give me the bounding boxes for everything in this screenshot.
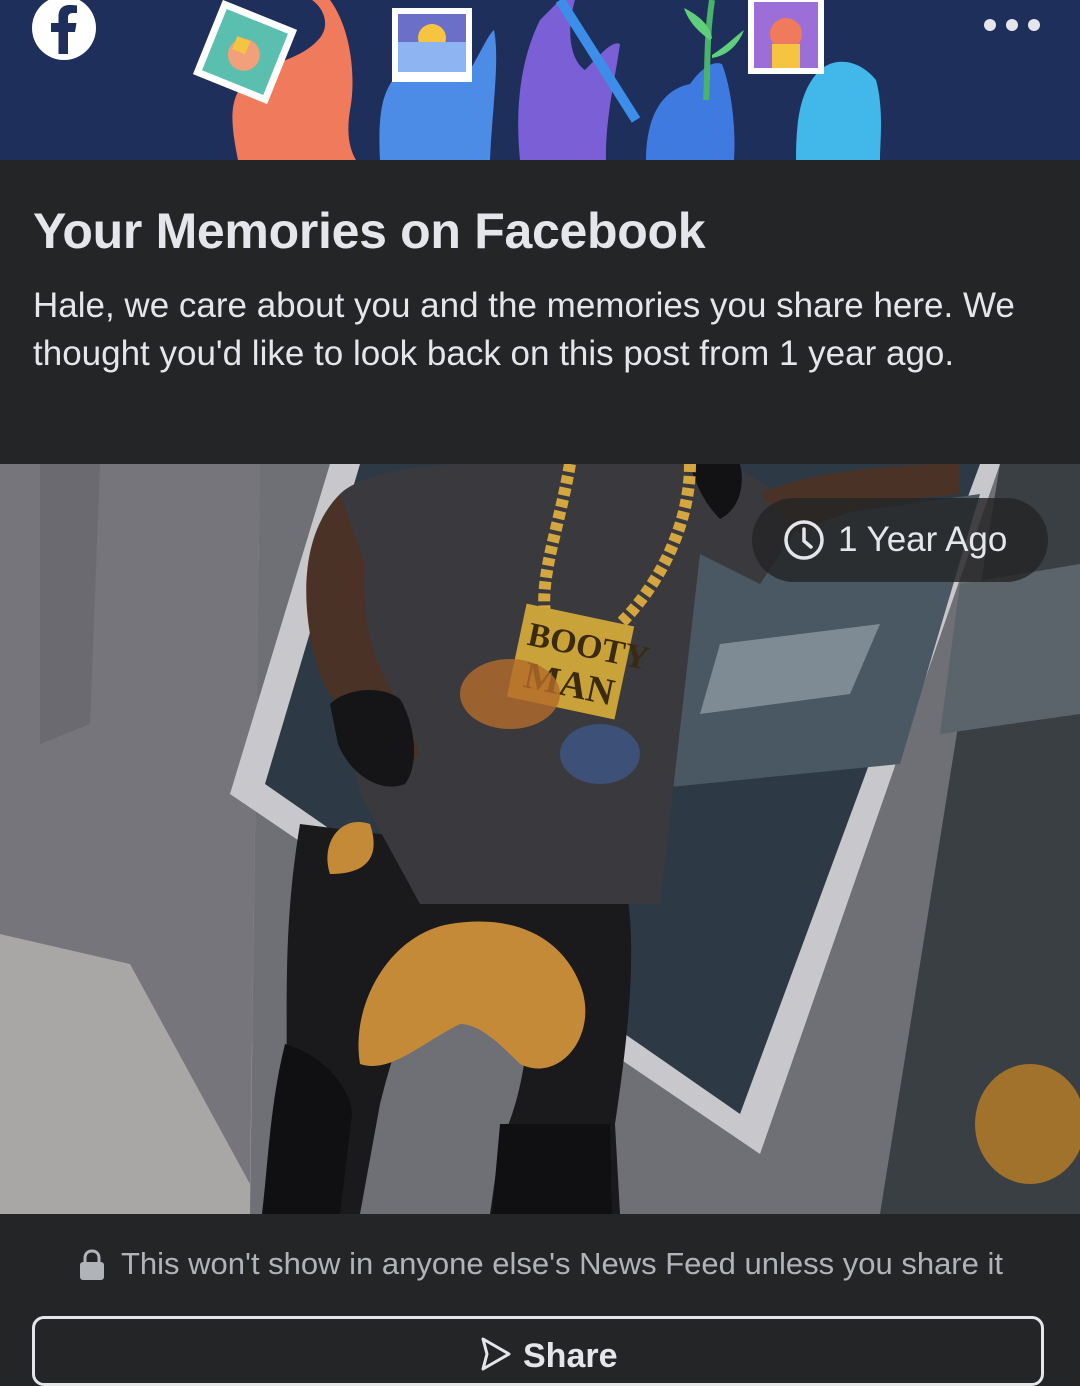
privacy-notice: This won't show in anyone else's News Fe… bbox=[0, 1214, 1080, 1314]
more-dots-icon bbox=[984, 19, 996, 31]
clock-icon bbox=[784, 520, 824, 560]
lock-icon bbox=[79, 1249, 104, 1280]
more-dots-icon bbox=[1028, 19, 1040, 31]
share-arrow-icon bbox=[481, 1337, 511, 1371]
memories-description: Hale, we care about you and the memories… bbox=[33, 286, 1015, 373]
share-label: Share bbox=[523, 1337, 618, 1375]
privacy-text: This won't show in anyone else's News Fe… bbox=[120, 1246, 1003, 1281]
banner-illustration bbox=[192, 0, 881, 160]
time-badge: 1 Year Ago bbox=[752, 498, 1048, 582]
more-dots-icon bbox=[1006, 19, 1018, 31]
more-options-button[interactable] bbox=[984, 10, 1040, 40]
page-title: Your Memories on Facebook bbox=[33, 203, 706, 259]
time-badge-label: 1 Year Ago bbox=[838, 520, 1008, 559]
facebook-logo-icon[interactable] bbox=[32, 0, 96, 60]
memories-banner bbox=[0, 0, 1080, 160]
memories-header: Your Memories on Facebook Hale, we care … bbox=[0, 160, 1080, 464]
share-button[interactable]: Share bbox=[32, 1316, 1044, 1386]
